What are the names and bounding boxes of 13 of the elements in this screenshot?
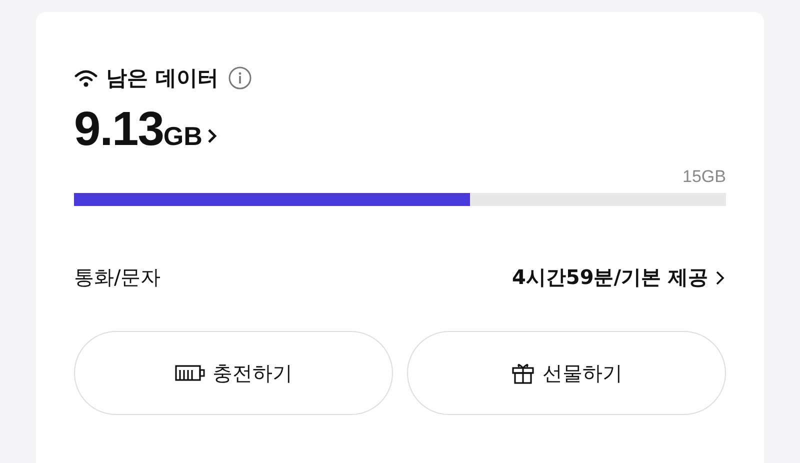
charge-button[interactable]: 충전하기	[74, 331, 393, 415]
gift-icon	[510, 361, 534, 385]
gift-button[interactable]: 선물하기	[407, 331, 726, 415]
call-label: 통화/문자	[74, 264, 161, 291]
call-value-link[interactable]: 4시간59분/기본 제공	[512, 264, 726, 291]
remaining-data-link[interactable]: 9.13GB	[74, 102, 218, 157]
total-data-label: 15GB	[682, 167, 726, 187]
chevron-icon	[206, 127, 218, 145]
info-icon[interactable]	[228, 66, 252, 90]
card-title: 남은 데이터	[106, 65, 218, 92]
chevron-icon	[714, 268, 726, 286]
wifi-icon	[74, 68, 98, 88]
battery-icon	[174, 364, 204, 382]
